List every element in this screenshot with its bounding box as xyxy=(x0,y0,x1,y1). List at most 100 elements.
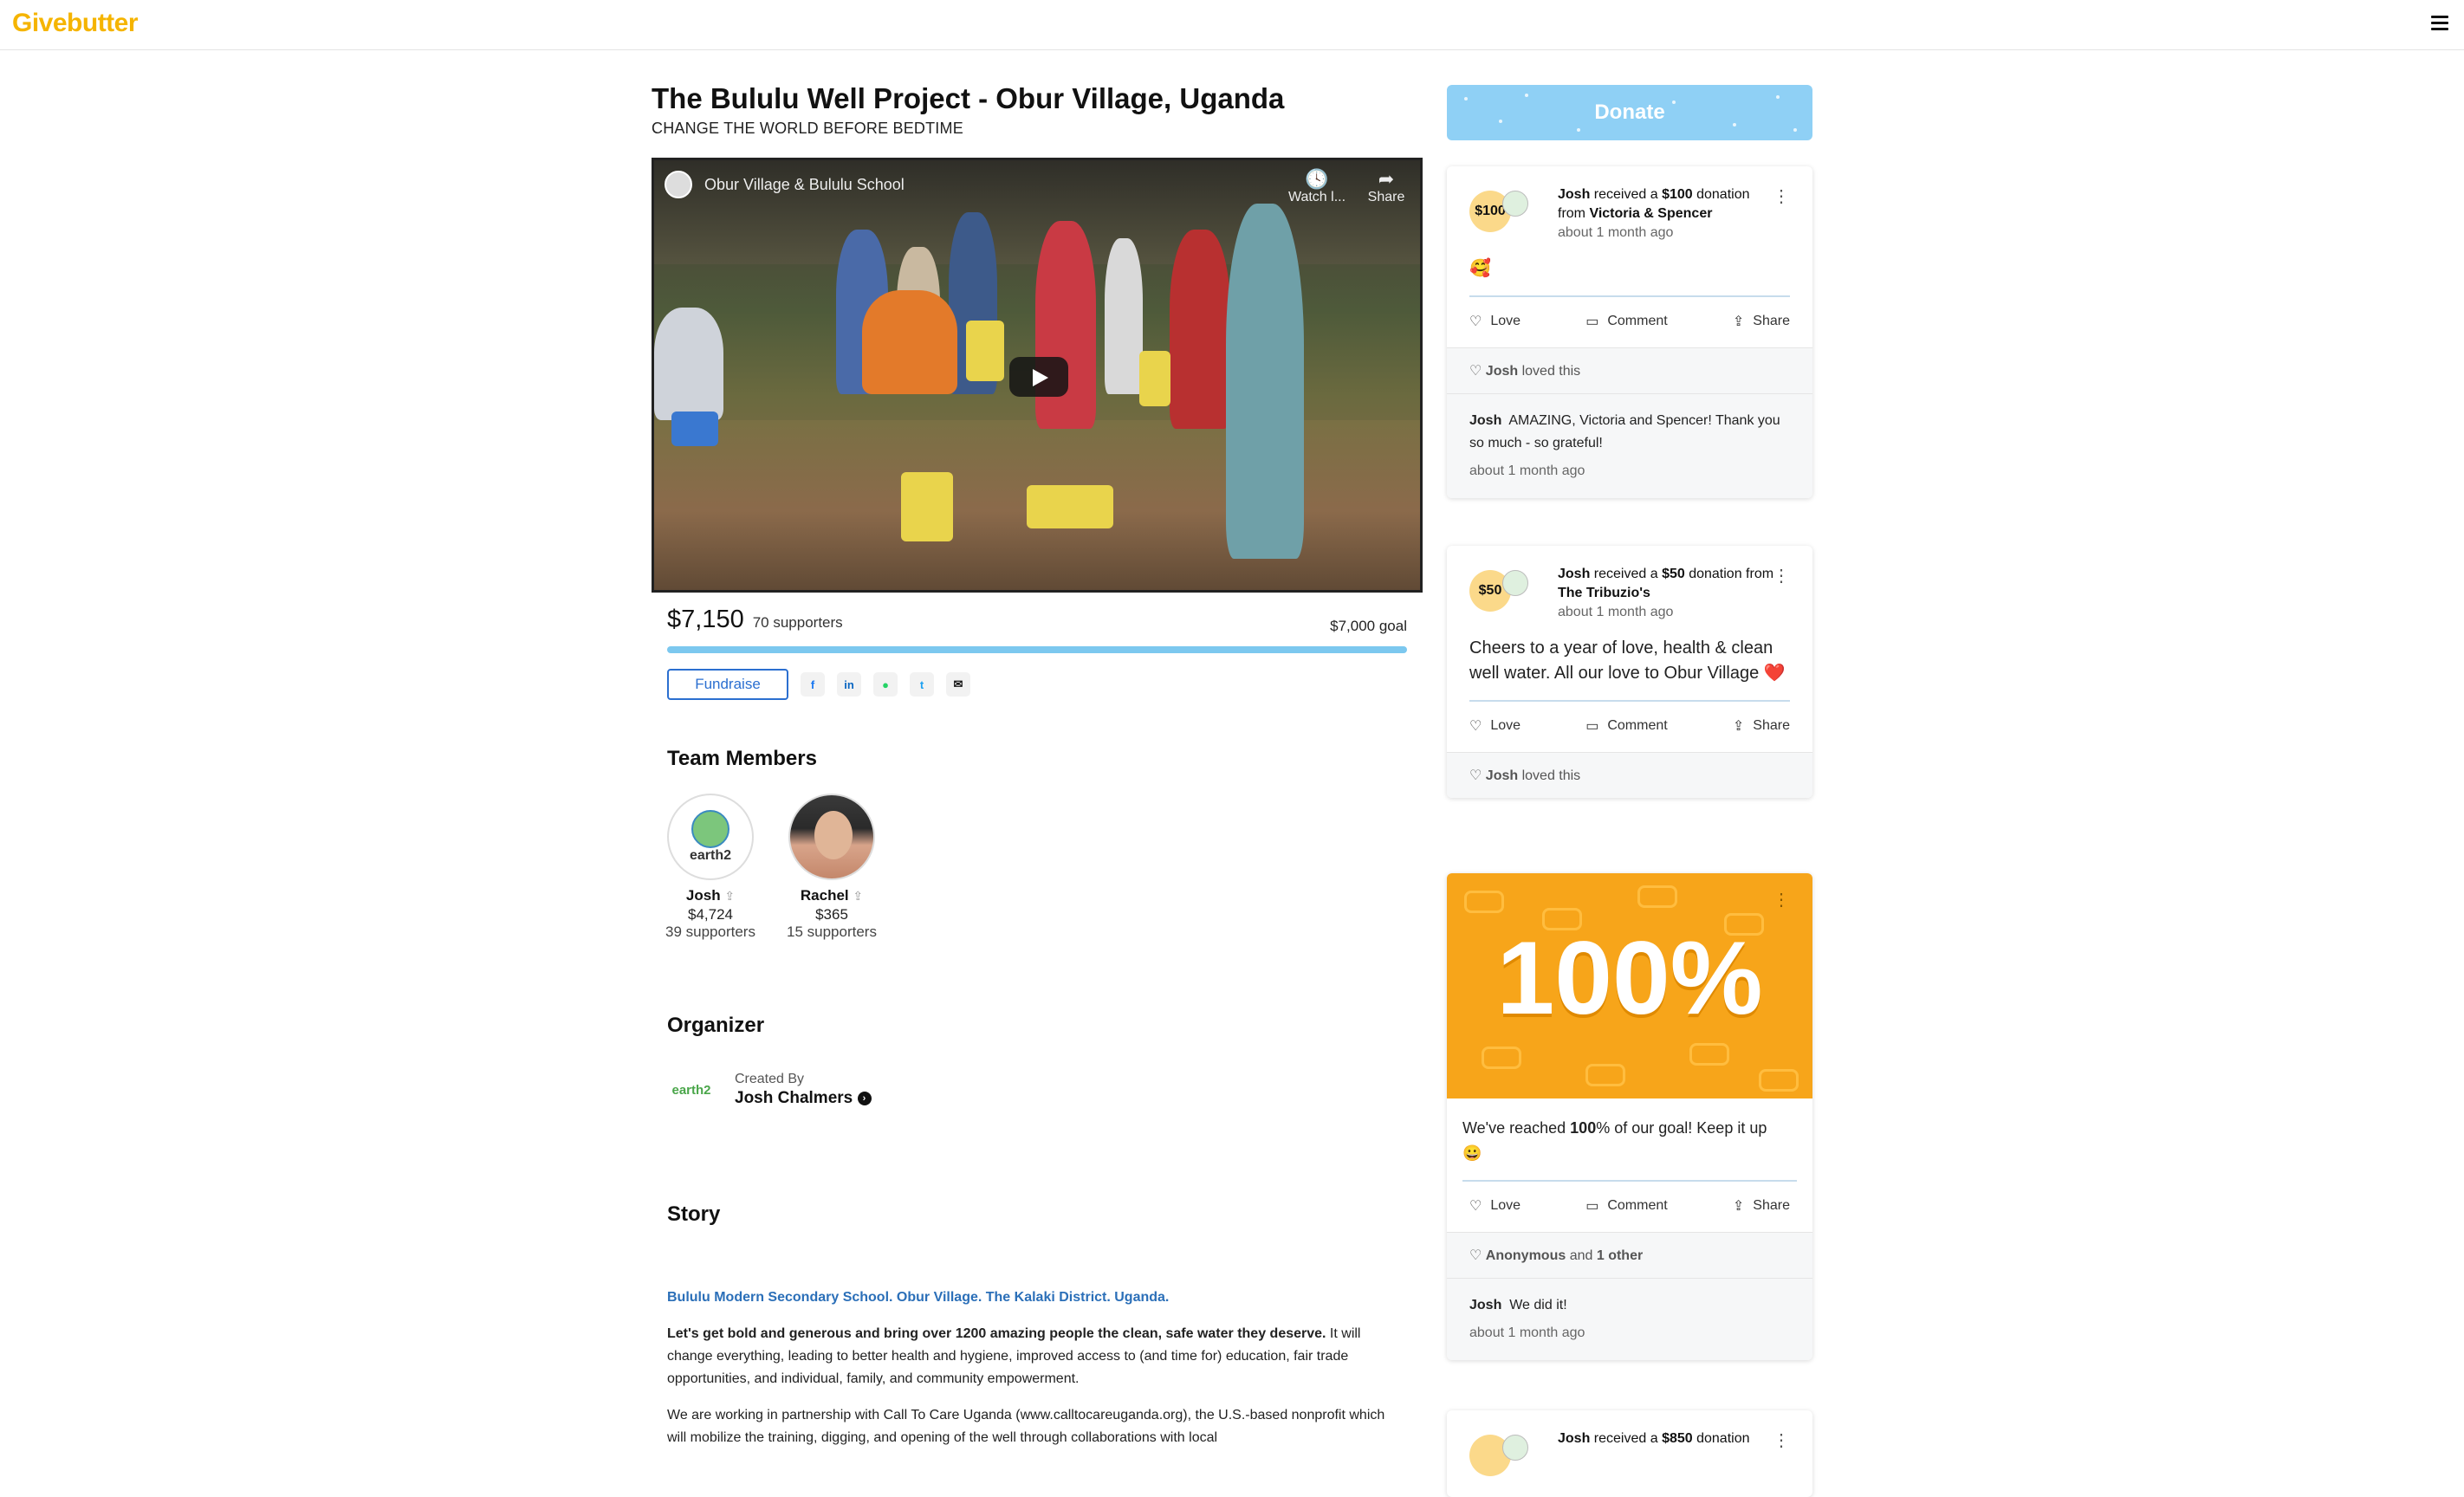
play-button[interactable] xyxy=(1009,357,1068,397)
donation-amount: $100 xyxy=(1662,187,1693,202)
organizer-block[interactable]: earth2 Created By Josh Chalmers › xyxy=(667,1066,872,1114)
facebook-icon[interactable]: f xyxy=(801,672,825,697)
menu-icon[interactable] xyxy=(2431,16,2448,31)
member-name: Rachel ⇪ xyxy=(771,887,892,904)
earth-icon xyxy=(1502,1435,1528,1461)
organizer-heading: Organizer xyxy=(667,1014,765,1037)
comment-button[interactable]: ▭ Comment xyxy=(1585,1197,1667,1215)
love-label: Love xyxy=(1490,718,1521,733)
channel-avatar[interactable] xyxy=(665,171,692,198)
heart-icon: ♡ xyxy=(1469,1248,1482,1263)
twitter-icon[interactable]: t xyxy=(910,672,934,697)
member-name: Josh ⇪ xyxy=(650,887,771,904)
video-share-button[interactable]: ➦ Share xyxy=(1356,169,1417,205)
video-figure xyxy=(1105,238,1143,394)
recipient-name[interactable]: Josh xyxy=(1558,567,1590,581)
comment-label: Comment xyxy=(1607,314,1668,328)
video-share-label: Share xyxy=(1367,190,1405,204)
share-button[interactable]: ⇪ Share xyxy=(1733,313,1790,330)
love-button[interactable]: ♡ Love xyxy=(1469,313,1521,330)
whatsapp-icon[interactable]: ● xyxy=(873,672,898,697)
raised-amount: $7,150 xyxy=(667,606,744,633)
card-actions: ♡ Love ▭ Comment ⇪ Share xyxy=(1447,702,1812,752)
member-name-text: Josh xyxy=(685,887,721,904)
member-supporters: 39 supporters xyxy=(665,923,755,940)
donation-amount: $850 xyxy=(1662,1431,1693,1446)
comment-icon: ▭ xyxy=(1585,1199,1599,1214)
video-figure xyxy=(1170,230,1230,429)
desc-text: received a xyxy=(1590,567,1663,581)
campaign-subtitle: CHANGE THE WORLD BEFORE BEDTIME xyxy=(652,120,963,137)
video-figure xyxy=(654,308,723,420)
share-actions: Fundraise f in ● t ✉ xyxy=(667,669,970,700)
loved-text: and xyxy=(1566,1248,1597,1263)
comment-timestamp: about 1 month ago xyxy=(1469,463,1585,478)
donate-button[interactable]: Donate xyxy=(1447,85,1812,140)
story-bold-text: Let's get bold and generous and bring ov… xyxy=(667,1326,1326,1341)
card-actions: ♡ Love ▭ Comment ⇪ Share xyxy=(1447,297,1812,347)
email-icon[interactable]: ✉ xyxy=(946,672,970,697)
desc-text: received a xyxy=(1590,1431,1663,1446)
comment-author: Josh xyxy=(1469,413,1502,428)
avatar-logo-text: earth2 xyxy=(689,848,732,863)
loved-by-name: Josh xyxy=(1485,364,1519,379)
card-message: We've reached 100% of our goal! Keep it … xyxy=(1447,1098,1812,1166)
face-shape xyxy=(814,811,853,859)
comment-button[interactable]: ▭ Comment xyxy=(1585,717,1667,735)
share-icon: ⇪ xyxy=(1732,1199,1745,1214)
campaign-main: The Bululu Well Project - Obur Village, … xyxy=(652,80,1423,1445)
activity-card: $100 Josh received a $100 donation from … xyxy=(1447,166,1812,498)
love-button[interactable]: ♡ Love xyxy=(1469,717,1521,735)
share-icon: ⇪ xyxy=(1732,314,1745,329)
donation-description: Josh received a $100 donation from Victo… xyxy=(1558,185,1774,243)
organizer-name[interactable]: Josh Chalmers › xyxy=(735,1089,872,1108)
team-member-card[interactable]: Rachel ⇪ $365 15 supporters xyxy=(771,794,892,941)
earth-icon xyxy=(1502,570,1528,596)
more-options-icon[interactable]: ⋮ xyxy=(1773,185,1790,207)
loved-by-row: ♡ Josh loved this xyxy=(1447,347,1812,393)
love-button[interactable]: ♡ Love xyxy=(1469,1197,1521,1215)
video-title[interactable]: Obur Village & Bululu School xyxy=(704,176,905,194)
more-options-icon[interactable]: ⋮ xyxy=(1773,889,1790,911)
activity-card: $50 Josh received a $50 donation from Th… xyxy=(1447,546,1812,798)
message-bold: 100 xyxy=(1570,1119,1597,1137)
donation-amount: $50 xyxy=(1662,567,1685,581)
loved-by-row: ♡ Josh loved this xyxy=(1447,752,1812,798)
video-jerrycan xyxy=(966,321,1004,381)
loved-other[interactable]: 1 other xyxy=(1597,1248,1643,1263)
card-message: Cheers to a year of love, health & clean… xyxy=(1469,638,1786,683)
video-player[interactable]: Obur Village & Bululu School 🕓 Watch l..… xyxy=(652,158,1423,593)
more-options-icon[interactable]: ⋮ xyxy=(1773,1429,1790,1451)
share-icon[interactable]: ⇪ xyxy=(724,889,735,903)
heart-icon: ♡ xyxy=(1469,719,1482,734)
recipient-name[interactable]: Josh xyxy=(1558,187,1590,202)
arrow-circle-icon: › xyxy=(857,1091,872,1105)
raised-summary: $7,150 70 supporters xyxy=(667,606,843,634)
recipient-name[interactable]: Josh xyxy=(1558,1431,1590,1446)
story-body: Bululu Modern Secondary School. Obur Vil… xyxy=(667,1286,1395,1463)
video-header: Obur Village & Bululu School xyxy=(665,171,905,198)
share-icon[interactable]: ⇪ xyxy=(853,889,863,903)
share-button[interactable]: ⇪ Share xyxy=(1733,717,1790,735)
comment-row: Josh We did it! about 1 month ago xyxy=(1447,1278,1812,1360)
team-member-card[interactable]: earth2 Josh ⇪ $4,724 39 supporters xyxy=(650,794,771,941)
member-supporters: 15 supporters xyxy=(787,923,877,940)
fundraise-button[interactable]: Fundraise xyxy=(667,669,788,700)
comment-button[interactable]: ▭ Comment xyxy=(1585,313,1667,330)
more-options-icon[interactable]: ⋮ xyxy=(1773,565,1790,586)
share-button[interactable]: ⇪ Share xyxy=(1733,1197,1790,1215)
watch-later-button[interactable]: 🕓 Watch l... xyxy=(1287,169,1347,205)
goal-amount: $7,000 goal xyxy=(1330,618,1407,634)
givebutter-logo[interactable]: Givebutter xyxy=(12,9,139,38)
linkedin-icon[interactable]: in xyxy=(837,672,861,697)
comment-row: Josh AMAZING, Victoria and Spencer! Than… xyxy=(1447,393,1812,498)
loved-by-name: Josh xyxy=(1485,768,1519,783)
card-header: $100 Josh received a $100 donation from … xyxy=(1447,166,1812,253)
top-navbar: Givebutter xyxy=(0,0,2464,50)
share-arrow-icon: ➦ xyxy=(1378,168,1395,190)
campaign-title: The Bululu Well Project - Obur Village, … xyxy=(652,82,1285,114)
comment-label: Comment xyxy=(1607,718,1668,733)
timestamp: about 1 month ago xyxy=(1558,605,1674,619)
heart-icon: ♡ xyxy=(1469,1199,1482,1214)
progress-bar xyxy=(667,646,1407,653)
